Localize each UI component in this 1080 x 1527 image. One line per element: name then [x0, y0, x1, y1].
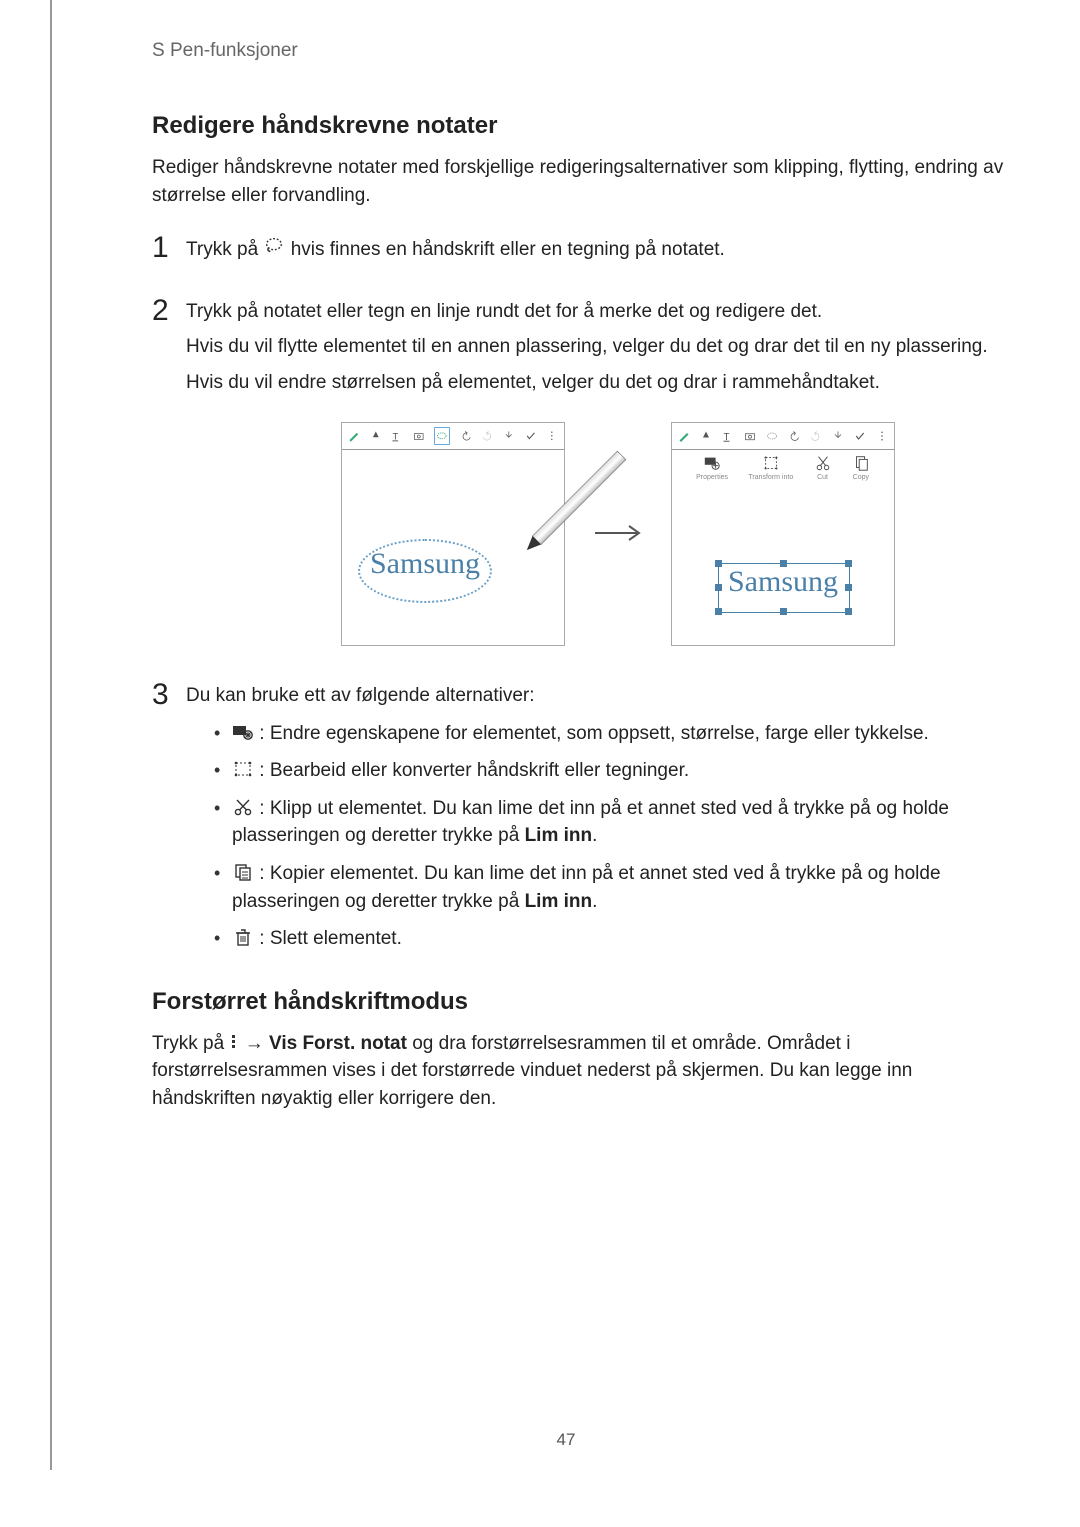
step2-text: Trykk på notatet eller tegn en linje run…	[186, 298, 1010, 326]
transform-icon	[232, 759, 254, 777]
handwriting-sample: Samsung	[728, 565, 838, 599]
heading-edit-notes: Redigere håndskrevne notater	[152, 112, 1010, 140]
lasso-select-icon	[263, 235, 285, 253]
step3-text: Du kan bruke ett av følgende alternative…	[186, 682, 1010, 710]
check-icon	[525, 429, 537, 443]
option-cut: : Klipp ut elementet. Du kan lime det in…	[214, 795, 1010, 850]
lasso-tool-icon	[434, 427, 450, 445]
page-number: 47	[52, 1430, 1080, 1450]
check-icon	[854, 429, 866, 443]
eraser-icon	[370, 429, 382, 443]
redo-icon	[482, 429, 494, 443]
undo-icon	[788, 429, 800, 443]
properties-button: Properties	[696, 454, 728, 481]
chapter-title: S Pen-funksjoner	[152, 40, 1010, 62]
step1-text: Trykk på hvis finnes en håndskrift eller…	[186, 235, 1010, 264]
page: S Pen-funksjoner Redigere håndskrevne no…	[50, 0, 1080, 1470]
lasso-tool-icon	[766, 429, 778, 443]
screen-after: T Properties	[671, 422, 895, 646]
option-properties: : Endre egenskapene for elementet, som o…	[214, 720, 1010, 748]
copy-icon	[232, 862, 254, 880]
transform-button: Transform into	[748, 454, 793, 481]
copy-button: Copy	[852, 454, 870, 481]
edit-illustration: T Samsung	[226, 422, 1010, 646]
more-vert-icon	[229, 1032, 239, 1050]
more-icon	[546, 429, 558, 443]
scissors-icon	[232, 797, 254, 815]
options-list: : Endre egenskapene for elementet, som o…	[186, 720, 1010, 953]
step-number: 2	[152, 296, 186, 326]
option-transform: : Bearbeid eller konverter håndskrift el…	[214, 757, 1010, 785]
trash-icon	[232, 927, 254, 945]
option-copy: : Kopier elementet. Du kan lime det inn …	[214, 860, 1010, 915]
eraser-icon	[700, 429, 712, 443]
stylus-icon	[495, 442, 635, 582]
pen-icon	[678, 429, 690, 443]
step-number: 1	[152, 233, 186, 263]
svg-text:T: T	[724, 432, 730, 442]
more-icon	[876, 429, 888, 443]
redo-icon	[810, 429, 822, 443]
section2-text: Trykk på → Vis Forst. notat og dra forst…	[152, 1030, 1010, 1113]
undo-icon	[460, 429, 472, 443]
steps-list: 1 Trykk på hvis finnes en håndskrift ell…	[152, 233, 1010, 963]
text-icon: T	[722, 429, 734, 443]
camera-icon	[413, 429, 425, 443]
handwriting-sample: Samsung	[370, 547, 480, 581]
save-icon	[832, 429, 844, 443]
section1-intro: Rediger håndskrevne notater med forskjel…	[152, 154, 1010, 209]
cut-button: Cut	[814, 454, 832, 481]
step2-sub2: Hvis du vil endre størrelsen på elemente…	[186, 369, 1010, 397]
step2-sub1: Hvis du vil flytte elementet til en anne…	[186, 333, 1010, 361]
pen-icon	[348, 429, 360, 443]
properties-icon	[232, 722, 254, 740]
heading-magnified-mode: Forstørret håndskriftmodus	[152, 988, 1010, 1016]
text-icon: T	[391, 429, 403, 443]
option-delete: : Slett elementet.	[214, 925, 1010, 953]
svg-text:T: T	[393, 431, 399, 442]
camera-icon	[744, 429, 756, 443]
save-icon	[503, 429, 515, 443]
edit-toolbar: Properties Transform into Cut	[672, 450, 894, 498]
toolbar: T	[672, 423, 894, 450]
step-number: 3	[152, 680, 186, 710]
